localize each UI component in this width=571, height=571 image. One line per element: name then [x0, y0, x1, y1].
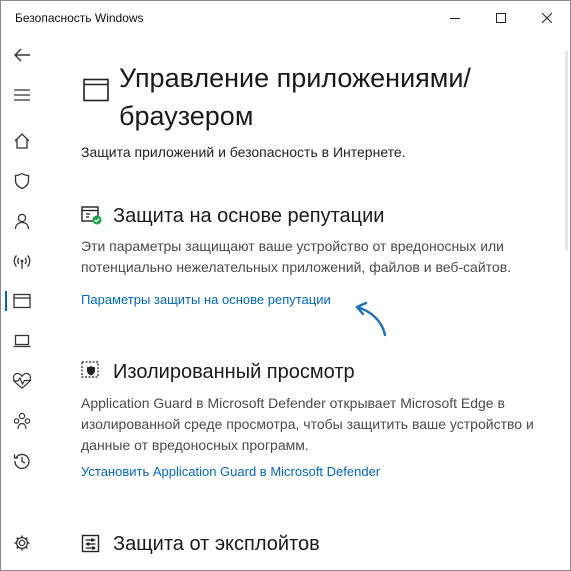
isolated-browsing-icon [81, 361, 101, 386]
gear-icon [13, 534, 31, 552]
sidebar-item-settings[interactable] [1, 523, 43, 563]
section-description-reputation: Эти параметры защищают ваше устройство о… [81, 238, 512, 275]
menu-button[interactable] [1, 75, 43, 115]
exploit-protection-icon [81, 534, 101, 559]
reputation-settings-link[interactable]: Параметры защиты на основе репутации [81, 292, 331, 307]
title-bar: Безопасность Windows [1, 1, 570, 35]
app-window: Безопасность Windows Управление приложен… [0, 0, 571, 571]
sidebar-item-virus-protection[interactable] [1, 161, 43, 201]
install-application-guard-link[interactable]: Установить Application Guard в Microsoft… [81, 464, 380, 479]
app-window-icon [13, 293, 31, 309]
sidebar-item-account-protection[interactable] [1, 201, 43, 241]
back-arrow-icon [13, 47, 31, 63]
heart-pulse-icon [12, 372, 32, 390]
scrollbar[interactable] [565, 51, 568, 251]
wireless-signal-icon [13, 252, 31, 270]
section-title-reputation: Защита на основе репутации [113, 205, 385, 227]
app-title: Безопасность Windows [15, 11, 144, 25]
person-icon [13, 212, 31, 230]
page-title: Управление приложениями/ браузером [119, 63, 471, 131]
home-icon [13, 132, 31, 150]
main-content: Управление приложениями/ браузером Защит… [59, 35, 559, 570]
sidebar-item-protection-history[interactable] [1, 441, 43, 481]
sidebar-item-device-security[interactable] [1, 321, 43, 361]
close-icon [542, 13, 552, 23]
section-title-isolated-browsing: Изолированный просмотр [113, 361, 355, 383]
maximize-icon [496, 13, 506, 23]
hamburger-menu-icon [13, 88, 31, 102]
app-browser-header-icon [83, 78, 109, 107]
minimize-button[interactable] [432, 1, 478, 35]
active-indicator [5, 291, 7, 311]
close-button[interactable] [524, 1, 570, 35]
history-icon [13, 452, 31, 470]
page-subtitle: Защита приложений и безопасность в Интер… [81, 144, 406, 160]
sidebar-item-app-browser-control[interactable] [1, 281, 43, 321]
sidebar [1, 35, 43, 570]
minimize-icon [450, 13, 460, 23]
sidebar-item-firewall[interactable] [1, 241, 43, 281]
section-title-exploit-protection: Защита от эксплойтов [113, 533, 320, 555]
family-icon [12, 412, 32, 430]
reputation-shield-icon [81, 206, 103, 231]
sidebar-item-home[interactable] [1, 121, 43, 161]
laptop-icon [13, 334, 31, 348]
annotation-arrow-icon [349, 297, 391, 344]
section-description-isolated-browsing: Application Guard в Microsoft Defender о… [81, 395, 534, 453]
back-button[interactable] [1, 35, 43, 75]
sidebar-item-family-options[interactable] [1, 401, 43, 441]
shield-icon [13, 172, 31, 190]
maximize-button[interactable] [478, 1, 524, 35]
sidebar-item-device-performance[interactable] [1, 361, 43, 401]
